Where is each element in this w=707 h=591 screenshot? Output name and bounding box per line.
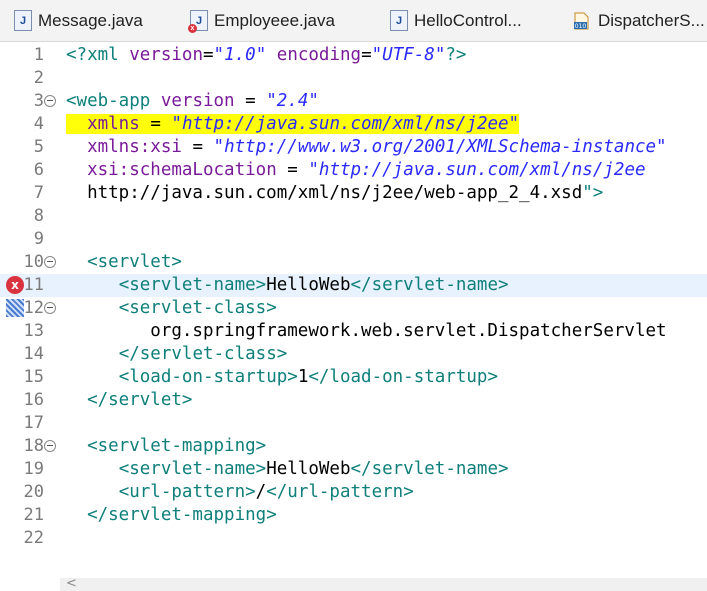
tab-dispatcherservlet[interactable]: 010 DispatcherS... (572, 0, 705, 41)
fold-toggle-icon[interactable] (44, 95, 56, 107)
line-number: 2 (33, 68, 44, 88)
code-text: <?xml version="1.0" encoding="UTF-8"?> (66, 45, 467, 65)
code-line[interactable]: 1 <?xml version="1.0" encoding="UTF-8"?> (0, 44, 707, 67)
svg-text:010: 010 (575, 23, 587, 30)
java-file-error-icon: Jx (188, 10, 208, 33)
code-line[interactable]: 6 xsi:schemaLocation = "http://java.sun.… (0, 159, 707, 182)
tab-hellocontroller[interactable]: J HelloControl... (390, 0, 522, 41)
java-file-icon: J (390, 10, 408, 31)
fold-toggle-icon[interactable] (44, 440, 56, 452)
line-number: 16 (23, 390, 44, 410)
line-number: 6 (33, 160, 44, 180)
code-line[interactable]: 17 (0, 412, 707, 435)
code-line[interactable]: 4 xmlns = "http://java.sun.com/xml/ns/j2… (0, 113, 707, 136)
line-number: 8 (33, 206, 44, 226)
line-number: 18 (23, 436, 44, 456)
line-number: 9 (33, 229, 44, 249)
quick-diff-marker-icon (6, 299, 24, 317)
code-line[interactable]: 3 <web-app version = "2.4" (0, 90, 707, 113)
code-line[interactable]: 19 <servlet-name>HelloWeb</servlet-name> (0, 458, 707, 481)
line-number: 1 (33, 45, 44, 65)
code-line[interactable]: 7 http://java.sun.com/xml/ns/j2ee/web-ap… (0, 182, 707, 205)
code-text: </servlet> (87, 390, 193, 410)
line-number: 19 (23, 459, 44, 479)
code-line[interactable]: 5 xmlns:xsi = "http://www.w3.org/2001/XM… (0, 136, 707, 159)
code-line[interactable]: 2 (0, 67, 707, 90)
error-marker-icon[interactable]: x (6, 276, 24, 294)
tab-employeee-java[interactable]: Jx Employeee.java (188, 0, 335, 41)
line-number: 5 (33, 137, 44, 157)
code-text: <servlet-name>HelloWeb</servlet-name> (118, 459, 509, 479)
code-line[interactable]: 15 <load-on-startup>1</load-on-startup> (0, 366, 707, 389)
tab-label: Employeee.java (214, 10, 335, 30)
code-text: <url-pattern>/</url-pattern> (118, 482, 414, 502)
code-line[interactable]: 14 </servlet-class> (0, 343, 707, 366)
code-line[interactable]: 16 </servlet> (0, 389, 707, 412)
horizontal-scrollbar[interactable]: < (60, 576, 707, 591)
line-number: 15 (23, 367, 44, 387)
fold-toggle-icon[interactable] (44, 302, 56, 314)
code-line[interactable]: 18 <servlet-mapping> (0, 435, 707, 458)
scroll-left-arrow-icon[interactable]: < (66, 576, 77, 591)
code-text: org.springframework.web.servlet.Dispatch… (66, 321, 667, 341)
line-number: 21 (23, 505, 44, 525)
code-line[interactable]: 8 (0, 205, 707, 228)
tab-label: HelloControl... (414, 10, 522, 30)
code-line[interactable]: 20 <url-pattern>/</url-pattern> (0, 481, 707, 504)
line-number: 10 (23, 252, 44, 272)
code-line[interactable]: 11 x <servlet-name>HelloWeb</servlet-name… (0, 274, 707, 297)
code-text: <web-app version = "2.4" (66, 91, 319, 111)
editor-tab-bar: J Message.java Jx Employeee.java J Hello… (0, 0, 707, 42)
line-number: 7 (33, 183, 44, 203)
code-text: xmlns:xsi = "http://www.w3.org/2001/XMLS… (87, 137, 667, 157)
line-number: 4 (33, 114, 44, 134)
line-number: 17 (23, 413, 44, 433)
code-text: <servlet-name>HelloWeb</servlet-name> (118, 275, 509, 295)
code-line[interactable]: 13 org.springframework.web.servlet.Dispa… (0, 320, 707, 343)
code-text: xsi:schemaLocation = "http://java.sun.co… (87, 160, 646, 180)
line-number: 13 (23, 321, 44, 341)
code-line[interactable]: 12 <servlet-class> (0, 297, 707, 320)
code-line[interactable]: 21 </servlet-mapping> (0, 504, 707, 527)
code-text: </servlet-class> (118, 344, 288, 364)
code-line[interactable]: 9 (0, 228, 707, 251)
code-text: <load-on-startup>1</load-on-startup> (118, 367, 499, 387)
tab-label: DispatcherS... (598, 10, 705, 30)
line-number: 20 (23, 482, 44, 502)
code-text: <servlet> (87, 252, 182, 272)
line-number: 3 (33, 91, 44, 111)
code-text: xmlns = "http://java.sun.com/xml/ns/j2ee… (66, 113, 520, 136)
fold-toggle-icon[interactable] (44, 256, 56, 268)
tab-label: Message.java (38, 10, 143, 30)
line-number: 14 (23, 344, 44, 364)
java-file-icon: J (14, 10, 32, 31)
code-text: <servlet-class> (118, 298, 277, 318)
code-text: http://java.sun.com/xml/ns/j2ee/web-app_… (66, 183, 604, 203)
xml-editor[interactable]: 1 <?xml version="1.0" encoding="UTF-8"?> 2… (0, 42, 707, 591)
code-text: <servlet-mapping> (87, 436, 267, 456)
code-text: </servlet-mapping> (87, 505, 277, 525)
code-line[interactable]: 10 <servlet> (0, 251, 707, 274)
code-line[interactable]: 22 (0, 527, 707, 550)
class-file-icon: 010 (572, 11, 592, 30)
line-number: 22 (23, 528, 44, 548)
tab-message-java[interactable]: J Message.java (14, 0, 143, 41)
